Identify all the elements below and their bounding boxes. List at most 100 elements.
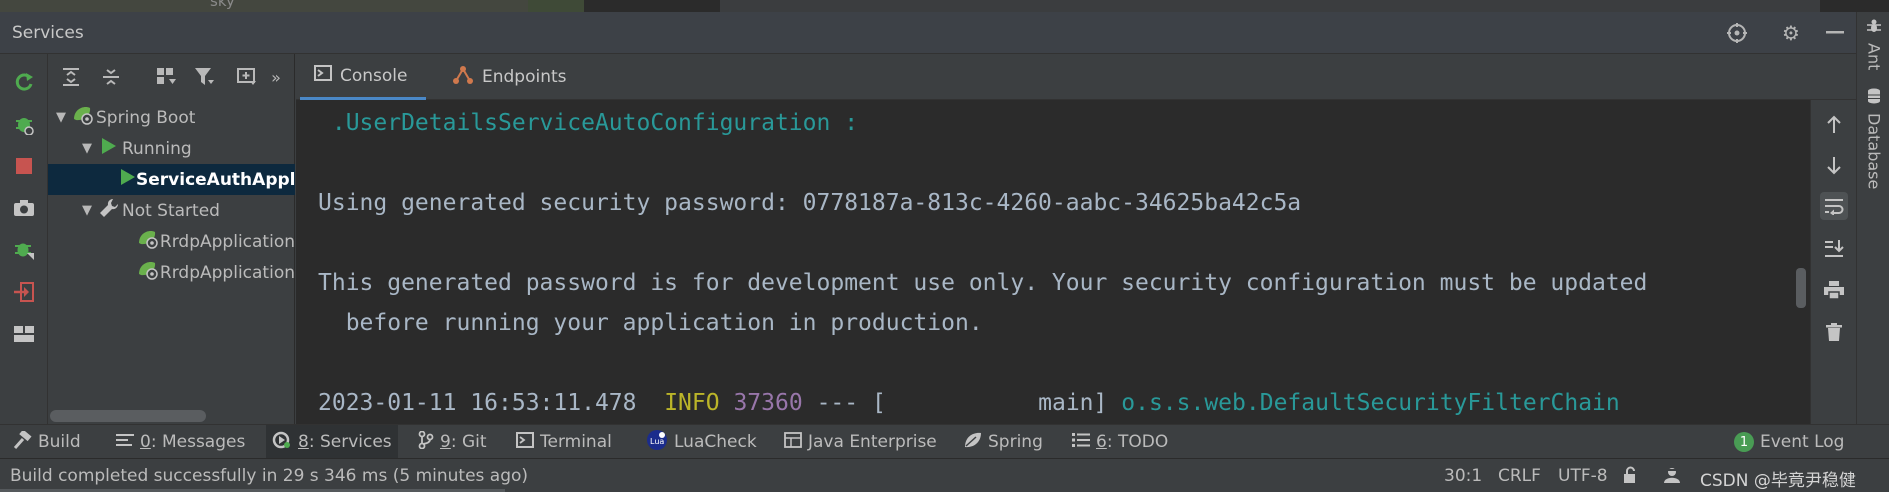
print-icon[interactable] bbox=[1820, 276, 1848, 304]
tool-window-spring[interactable]: Spring bbox=[958, 425, 1049, 459]
messages-icon bbox=[116, 432, 134, 453]
terminal-icon bbox=[516, 431, 534, 453]
tool-window-todo[interactable]: 6: TODO bbox=[1066, 425, 1174, 459]
gear-icon[interactable]: ⚙ bbox=[1778, 20, 1804, 46]
spring-leaf-icon bbox=[964, 431, 982, 454]
services-icon bbox=[272, 431, 292, 454]
tool-window-database[interactable]: Database bbox=[1861, 88, 1887, 189]
tool-window-label: : TODO bbox=[1106, 432, 1169, 452]
expand-arrow-icon[interactable]: ▼ bbox=[78, 203, 96, 218]
tool-window-label: : Git bbox=[450, 432, 487, 452]
console-icon bbox=[314, 65, 332, 86]
tool-window-label: LuaCheck bbox=[674, 432, 757, 452]
debug-icon[interactable] bbox=[10, 110, 38, 138]
layout-icon[interactable] bbox=[10, 320, 38, 348]
hammer-icon bbox=[13, 428, 32, 454]
tab-label: Console bbox=[340, 65, 408, 86]
tree-node-rrdp-1[interactable]: RrdpApplication bbox=[48, 226, 295, 257]
filter-icon[interactable] bbox=[190, 62, 220, 92]
tool-window-services[interactable]: 8: Services bbox=[266, 425, 398, 459]
console-line: This generated password is for developme… bbox=[318, 270, 1648, 296]
tool-window-git[interactable]: 9: Git bbox=[412, 425, 493, 459]
mnemonic: 8 bbox=[298, 432, 309, 452]
scroll-to-end-icon[interactable] bbox=[1820, 234, 1848, 262]
log-pid: 37360 bbox=[733, 390, 803, 416]
status-message[interactable]: Build completed successfully in 29 s 346… bbox=[10, 466, 528, 486]
file-encoding[interactable]: UTF-8 bbox=[1558, 466, 1608, 486]
top-strip-text: sky bbox=[210, 0, 235, 10]
tool-window-luacheck[interactable]: Lua LuaCheck bbox=[640, 425, 763, 459]
spring-boot-icon bbox=[136, 260, 160, 285]
services-header: Services ⚙ bbox=[0, 12, 1856, 54]
add-service-icon[interactable] bbox=[232, 62, 262, 92]
tree-node-label: RrdpApplication bbox=[159, 231, 295, 252]
tree-node-spring-boot[interactable]: ▼ Spring Boot bbox=[48, 102, 295, 133]
mnemonic: 9 bbox=[440, 432, 451, 452]
caret-position[interactable]: 30:1 bbox=[1444, 466, 1482, 486]
tree-node-running[interactable]: ▼ Running bbox=[48, 133, 295, 164]
status-bar: Build completed successfully in 29 s 346… bbox=[0, 458, 1889, 492]
lock-icon[interactable] bbox=[1622, 466, 1640, 489]
tree-node-service-auth[interactable]: ServiceAuthApplication bbox=[48, 164, 295, 195]
java-enterprise-icon bbox=[784, 431, 802, 453]
tree-node-rrdp-2[interactable]: RrdpApplication bbox=[48, 257, 295, 288]
tool-window-messages[interactable]: 0: Messages bbox=[110, 425, 251, 459]
mnemonic: 0 bbox=[140, 432, 151, 452]
console-line: Using generated security password: 07781… bbox=[318, 190, 1302, 216]
line-separator[interactable]: CRLF bbox=[1498, 466, 1541, 486]
stop-icon[interactable] bbox=[10, 152, 38, 180]
arrow-up-icon[interactable] bbox=[1820, 110, 1848, 138]
lua-icon: Lua bbox=[646, 429, 668, 456]
watermark: CSDN @毕竟尹稳健 bbox=[1700, 471, 1856, 491]
console-output[interactable]: .UserDetailsServiceAutoConfiguration : U… bbox=[296, 100, 1810, 424]
tree-node-not-started[interactable]: ▼ Not Started bbox=[48, 195, 295, 226]
tool-window-label: Event Log bbox=[1760, 432, 1845, 452]
services-tree-panel: » ▼ Spring Boot ▼ Running ServiceAuthApp… bbox=[48, 54, 295, 424]
tool-window-label: : Services bbox=[308, 432, 392, 452]
camera-icon[interactable] bbox=[10, 194, 38, 222]
tool-window-build[interactable]: Build bbox=[8, 425, 87, 459]
console-tabs: Console Endpoints bbox=[296, 54, 1856, 100]
target-icon[interactable] bbox=[1724, 20, 1750, 46]
debug-attach-icon[interactable] bbox=[10, 236, 38, 264]
tree-node-label: Spring Boot bbox=[96, 107, 196, 128]
console-vertical-scrollbar[interactable] bbox=[1796, 268, 1806, 308]
collapse-all-icon[interactable] bbox=[96, 62, 126, 92]
spring-boot-icon bbox=[136, 229, 160, 254]
tool-window-java-enterprise[interactable]: Java Enterprise bbox=[778, 425, 943, 459]
toolbar-overflow[interactable]: » bbox=[266, 62, 286, 92]
run-icon bbox=[96, 137, 122, 160]
arrow-down-icon[interactable] bbox=[1820, 152, 1848, 180]
login-icon[interactable] bbox=[10, 278, 38, 306]
tree-toolbar: » bbox=[48, 54, 295, 100]
expand-arrow-icon[interactable]: ▼ bbox=[52, 110, 70, 125]
tool-window-event-log[interactable]: 1 Event Log bbox=[1728, 425, 1850, 459]
trash-icon[interactable] bbox=[1820, 318, 1848, 346]
group-by-icon[interactable] bbox=[152, 62, 182, 92]
tool-window-terminal[interactable]: Terminal bbox=[510, 425, 618, 459]
expand-all-icon[interactable] bbox=[56, 62, 86, 92]
console-tools bbox=[1810, 100, 1856, 424]
tool-window-label: : Messages bbox=[150, 432, 246, 452]
tool-window-label: Terminal bbox=[540, 432, 612, 452]
expand-arrow-icon[interactable]: ▼ bbox=[78, 141, 96, 156]
tab-console[interactable]: Console bbox=[300, 54, 426, 100]
wrench-icon bbox=[96, 198, 122, 223]
inspector-icon[interactable] bbox=[1662, 466, 1682, 489]
tool-window-label: Spring bbox=[988, 432, 1043, 452]
minimize-icon[interactable] bbox=[1822, 20, 1848, 46]
tree-node-label: RrdpApplication bbox=[159, 262, 295, 283]
svg-text:Lua: Lua bbox=[650, 437, 664, 446]
console-line: .UserDetailsServiceAutoConfiguration : bbox=[318, 110, 859, 136]
tool-window-ant[interactable]: Ant bbox=[1861, 18, 1887, 70]
tool-windows-bar: Build 0: Messages 8: Services 9: Git Ter… bbox=[0, 424, 1889, 459]
ant-icon bbox=[1866, 18, 1882, 39]
services-actions-column bbox=[0, 54, 48, 424]
tab-endpoints[interactable]: Endpoints bbox=[438, 54, 581, 100]
rerun-icon[interactable] bbox=[10, 68, 38, 96]
soft-wrap-icon[interactable] bbox=[1820, 192, 1848, 220]
endpoints-icon bbox=[452, 65, 474, 90]
todo-list-icon bbox=[1072, 432, 1090, 453]
console-log-line: 2023-01-11 16:53:11.478 INFO 37360 --- [… bbox=[318, 390, 1620, 416]
tree-horizontal-scrollbar[interactable] bbox=[50, 410, 206, 422]
